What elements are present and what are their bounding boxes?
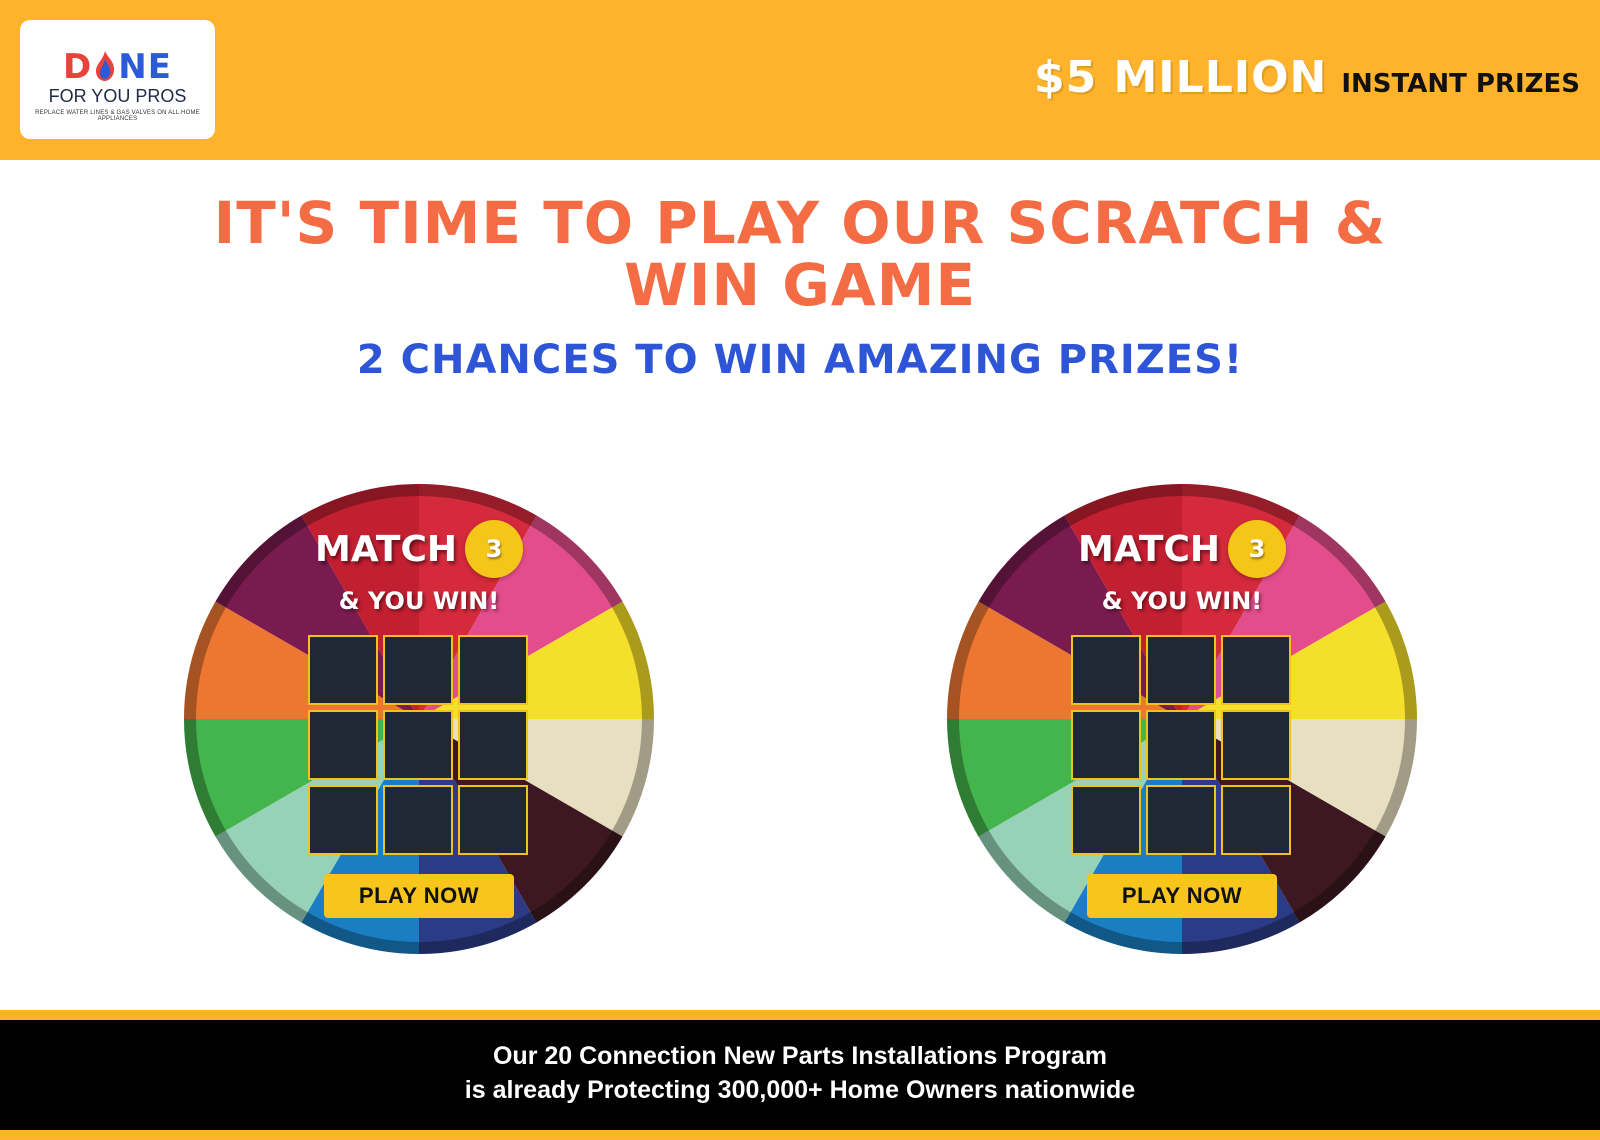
- footer-accent-top: [0, 1010, 1600, 1020]
- footer-line-1: Our 20 Connection New Parts Installation…: [492, 1042, 1108, 1070]
- logo-wordmark: D NE: [20, 50, 215, 84]
- header-bar: D NE FOR YOU PROS REPLACE WATER LINES & G…: [0, 0, 1600, 160]
- scratch-cell[interactable]: [1146, 635, 1216, 705]
- scratch-cell[interactable]: [383, 785, 453, 855]
- brand-logo[interactable]: D NE FOR YOU PROS REPLACE WATER LINES & G…: [20, 20, 215, 139]
- scratch-cell[interactable]: [308, 635, 378, 705]
- footer-line-2: is already Protecting 300,000+ Home Owne…: [464, 1076, 1136, 1104]
- scratch-cell[interactable]: [458, 785, 528, 855]
- scratch-cell[interactable]: [458, 710, 528, 780]
- scratch-cell[interactable]: [1071, 635, 1141, 705]
- scratch-cell[interactable]: [1221, 785, 1291, 855]
- scratch-grid: [1071, 635, 1293, 857]
- logo-letters-ne: NE: [118, 47, 172, 87]
- scratch-cell[interactable]: [458, 635, 528, 705]
- flame-icon: [96, 50, 115, 81]
- logo-subtitle: FOR YOU PROS: [48, 86, 187, 106]
- scratch-cell[interactable]: [1146, 710, 1216, 780]
- scratch-card-1: MATCH 3 & YOU WIN! PLAY NOW: [182, 482, 656, 956]
- match-number-badge: 3: [465, 520, 523, 578]
- match-number-badge: 3: [1228, 520, 1286, 578]
- match-label: MATCH: [1078, 528, 1220, 570]
- win-label: & YOU WIN!: [338, 587, 500, 615]
- match-heading: MATCH 3: [182, 520, 656, 578]
- scratch-grid: [308, 635, 530, 857]
- scratch-cell[interactable]: [308, 710, 378, 780]
- scratch-cell[interactable]: [1221, 635, 1291, 705]
- footer: Our 20 Connection New Parts Installation…: [0, 1020, 1600, 1130]
- match-heading: MATCH 3: [945, 520, 1419, 578]
- play-now-button[interactable]: PLAY NOW: [324, 874, 514, 918]
- page-title: IT'S TIME TO PLAY OUR SCRATCH & WIN GAME: [213, 189, 1387, 319]
- prize-amount: $5 MILLION: [1033, 52, 1328, 103]
- scratch-cell[interactable]: [1071, 785, 1141, 855]
- scratch-card-2: MATCH 3 & YOU WIN! PLAY NOW: [945, 482, 1419, 956]
- scratch-cell[interactable]: [1071, 710, 1141, 780]
- prize-label: INSTANT PRIZES: [1341, 69, 1580, 99]
- win-label: & YOU WIN!: [1101, 587, 1263, 615]
- scratch-cell[interactable]: [1146, 785, 1216, 855]
- scratch-cell[interactable]: [383, 710, 453, 780]
- footer-accent-bottom: [0, 1130, 1600, 1140]
- scratch-cell[interactable]: [383, 635, 453, 705]
- match-label: MATCH: [315, 528, 457, 570]
- scratch-cell[interactable]: [1221, 710, 1291, 780]
- logo-letter-d: D: [63, 47, 93, 87]
- prize-banner: $5 MILLION INSTANT PRIZES: [1034, 52, 1580, 112]
- scratch-cell[interactable]: [308, 785, 378, 855]
- play-now-button[interactable]: PLAY NOW: [1087, 874, 1277, 918]
- page-subtitle: 2 CHANCES TO WIN AMAZING PRIZES!: [356, 337, 1244, 383]
- logo-tagline: REPLACE WATER LINES & GAS VALVES ON ALL …: [35, 110, 200, 122]
